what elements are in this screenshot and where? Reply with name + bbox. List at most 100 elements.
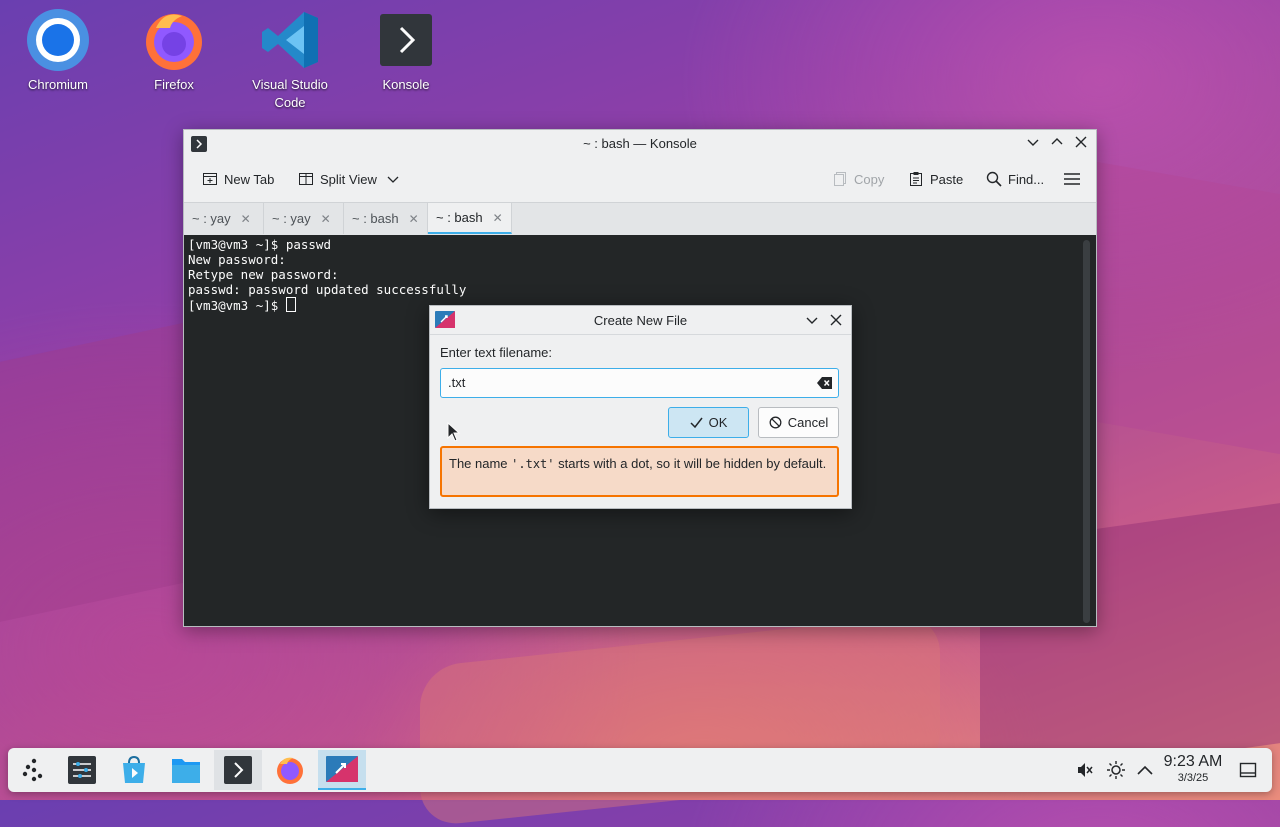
filename-input[interactable] [448,375,808,390]
terminal-line: Retype new password: [188,267,339,282]
hidden-file-warning: The name '.txt' starts with a dot, so it… [440,446,839,497]
close-tab-icon[interactable]: ✕ [409,212,419,226]
desktop-icon-label: Chromium [28,77,88,92]
dialog-minimize-button[interactable] [806,314,818,329]
dialog-app-icon [326,756,358,782]
firefox-icon [142,8,206,72]
tab-label: ~ : bash [436,210,483,225]
find-button[interactable]: Find... [986,171,1044,187]
clear-text-icon[interactable] [817,376,833,393]
close-button[interactable] [1072,135,1090,153]
tab-bash-2[interactable]: ~ : bash ✕ [428,203,512,234]
filename-field[interactable] [440,368,839,398]
minimize-button[interactable] [1024,135,1042,153]
chevron-down-icon [806,317,818,324]
cancel-icon [769,416,782,429]
warning-filename: '.txt' [511,457,555,471]
taskbar-panel: 9:23 AM 3/3/25 [8,748,1272,792]
brightness-icon[interactable] [1105,748,1127,792]
split-view-button[interactable]: Split View [298,171,399,187]
firefox-icon [277,757,303,784]
tab-label: ~ : bash [352,211,399,226]
system-settings-icon [68,756,96,784]
terminal-line: New password: [188,252,286,267]
desktop-icon-konsole[interactable]: Konsole [358,8,454,94]
show-hidden-tray-icon[interactable] [1134,748,1156,792]
paste-icon [910,172,922,186]
new-tab-label: New Tab [224,171,275,187]
ok-label: OK [708,415,728,430]
copy-label: Copy [854,171,885,187]
chevron-down-icon [387,176,399,183]
desktop-icon-label: Konsole [382,77,430,92]
digital-clock[interactable]: 9:23 AM 3/3/25 [1158,753,1228,785]
window-title: ~ : bash — Konsole [583,136,697,151]
copy-icon [834,172,846,186]
dialog-close-button[interactable] [830,314,842,329]
terminal-prompt-line: [vm3@vm3 ~]$ [188,297,296,313]
taskbar-firefox[interactable] [266,750,314,790]
terminal-prompt: [vm3@vm3 ~]$ [188,298,286,313]
filename-label: Enter text filename: [440,345,552,360]
chromium-icon [26,8,90,72]
vscode-icon [258,8,322,72]
search-icon [986,171,1002,187]
copy-button[interactable]: Copy [832,171,884,187]
desktop-icon-firefox[interactable]: Firefox [126,8,222,94]
terminal-line: passwd: password updated successfully [188,282,467,297]
chevron-up-icon [1051,138,1063,145]
split-view-icon [299,173,313,185]
close-tab-icon[interactable]: ✕ [493,211,503,225]
konsole-toolbar: New Tab Split View Copy Paste Find... [184,158,1096,202]
taskbar-konsole[interactable] [214,750,262,790]
find-label: Find... [1008,171,1045,187]
show-desktop-icon[interactable] [1237,748,1259,792]
konsole-icon [374,8,438,72]
tab-yay-2[interactable]: ~ : yay ✕ [264,203,344,234]
create-new-file-dialog: Create New File Enter text filename: OK … [429,305,852,509]
hamburger-menu-icon [1064,173,1080,185]
tab-label: ~ : yay [272,211,311,226]
close-tab-icon[interactable]: ✕ [321,212,331,226]
clock-date: 3/3/25 [1177,772,1209,784]
checkmark-icon [690,417,703,429]
kde-launcher-icon [22,758,43,782]
split-view-label: Split View [320,171,377,187]
chevron-down-icon [1027,139,1039,146]
cancel-label: Cancel [787,415,829,430]
desktop-icon-vscode[interactable]: Visual Studio Code [242,8,338,112]
volume-muted-icon[interactable] [1074,748,1096,792]
mouse-pointer-icon [447,422,461,442]
konsole-titlebar[interactable]: ~ : bash — Konsole [184,130,1096,158]
close-icon [1075,136,1087,148]
new-tab-button[interactable]: New Tab [202,171,274,187]
tab-yay-1[interactable]: ~ : yay ✕ [184,203,264,234]
taskbar-discover[interactable] [110,750,158,790]
terminal-cursor [285,297,296,312]
tab-label: ~ : yay [192,211,231,226]
hamburger-menu-button[interactable] [1063,171,1081,187]
ok-button[interactable]: OK [668,407,749,438]
maximize-button[interactable] [1048,135,1066,153]
application-launcher-button[interactable] [10,750,58,790]
clock-time: 9:23 AM [1163,753,1223,770]
tab-bash-1[interactable]: ~ : bash ✕ [344,203,428,234]
paste-label: Paste [930,171,964,187]
warning-text-pre: The name [449,456,512,471]
terminal-line: [vm3@vm3 ~]$ passwd [188,237,331,252]
desktop-icon-label: Visual Studio [252,77,328,92]
warning-text-post: starts with a dot, so it will be hidden … [554,456,827,471]
desktop-icon-label: Firefox [154,77,194,92]
paste-button[interactable]: Paste [908,171,963,187]
dialog-titlebar[interactable]: Create New File [430,306,851,335]
taskbar-system-settings[interactable] [58,750,106,790]
folder-icon [172,759,200,783]
cancel-button[interactable]: Cancel [758,407,839,438]
taskbar-dolphin[interactable] [162,750,210,790]
terminal-scrollbar[interactable] [1083,240,1090,623]
taskbar-active-window[interactable] [318,750,366,790]
dialog-title: Create New File [593,313,688,328]
desktop-icon-chromium[interactable]: Chromium [10,8,106,94]
new-tab-icon [203,173,217,185]
close-tab-icon[interactable]: ✕ [241,212,251,226]
